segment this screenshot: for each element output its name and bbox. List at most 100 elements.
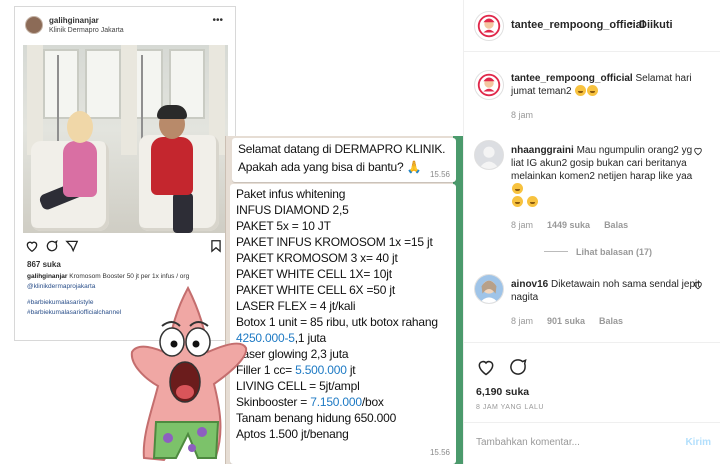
caption-meta: 8 jam [511, 110, 547, 120]
embedded-mention: @klinikdermaprojakarta [27, 283, 96, 290]
like-comment-heart-icon[interactable] [693, 146, 703, 156]
curtain [27, 45, 43, 155]
person-blonde-head [67, 111, 93, 143]
comment-time[interactable]: 8 jam [511, 316, 533, 326]
embedded-likes: 867 suka [27, 260, 61, 269]
commenter-avatar[interactable] [474, 274, 504, 304]
send-comment-button[interactable]: Kirim [685, 437, 711, 448]
caption-username[interactable]: tantee_rempoong_official [511, 73, 633, 84]
default-avatar-icon [475, 141, 503, 169]
smile-emoji-icon [575, 85, 587, 96]
comment-text: ainov16 Diketawain noh sama sendal jepit… [511, 278, 701, 304]
comment-bubble-icon[interactable] [508, 357, 528, 377]
chat-line: INFUS DIAMOND 2,5 [236, 203, 349, 217]
chat-line: PAKET INFUS KROMOSOM 1x =15 jt [236, 235, 433, 249]
phone-link: 7.150.000 [310, 395, 362, 409]
reply-button[interactable]: Balas [604, 220, 628, 230]
view-replies-link[interactable]: Lihat balasan (17) [544, 247, 652, 257]
embedded-post-header: galihginanjar Klinik Dermapro Jakarta ••… [15, 7, 235, 41]
embedded-caption-text: Kromosom Booster 50 jt per 1x infus / or… [67, 273, 190, 280]
reply-button[interactable]: Balas [599, 316, 623, 326]
bookmark-icon [211, 240, 221, 253]
commenter-avatar[interactable] [474, 140, 504, 170]
person-red-jacket [151, 137, 193, 195]
comment-likes[interactable]: 1449 suka [547, 220, 590, 230]
comment-meta: 8 jam 901 suka Balas [511, 316, 637, 326]
chat-line: Aptos 1.500 jt/benang [236, 427, 349, 441]
more-options-icon: ••• [212, 15, 223, 26]
post-header: tantee_rempoong_official • Diikuti [464, 0, 720, 52]
like-comment-heart-icon[interactable] [693, 280, 703, 290]
avatar-image [475, 12, 503, 40]
chat-line-rest: ,1 juta [294, 331, 327, 345]
patrick-star-sticker [130, 285, 248, 462]
comment-username[interactable]: nhaanggraini [511, 145, 574, 156]
person-legs [173, 193, 193, 233]
comment-item: ainov16 Diketawain noh sama sendal jepit… [464, 270, 720, 334]
embedded-action-bar [25, 239, 227, 255]
embedded-username: galihginanjar [49, 16, 99, 25]
chat-timestamp: 15.56 [429, 448, 450, 457]
share-icon [65, 240, 79, 253]
heart-icon [26, 241, 38, 253]
chat-bubble-pricelist: Paket infus whitening INFUS DIAMOND 2,5 … [230, 184, 456, 464]
chat-line: LASER FLEX = 4 jt/kali [236, 299, 356, 313]
embedded-caption: galihginanjar Kromosom Booster 50 jt per… [27, 273, 189, 280]
post-timestamp[interactable]: 8 JAM YANG LALU [476, 404, 544, 411]
laughing-emoji-icon [526, 196, 538, 207]
chat-line: Apakah ada yang bisa di bantu? 🙏 [238, 160, 422, 174]
caption-text: tantee_rempoong_official Selamat hari ju… [511, 72, 701, 98]
chat-line: PAKET WHITE CELL 1X= 10jt [236, 267, 392, 281]
phone-link: 5.500.000 [295, 363, 347, 377]
chat-line: LIVING CELL = 5jt/ampl [236, 379, 360, 393]
comment-item: nhaanggraini Mau ngumpulin orang2 yg lia… [464, 136, 720, 240]
chat-line: 4250.000-5,1 juta [236, 331, 326, 345]
add-comment-bar: Kirim [464, 422, 720, 464]
chat-line: PAKET WHITE CELL 6X =50 jt [236, 283, 395, 297]
chat-line: Laser glowing 2,3 juta [236, 347, 349, 361]
avatar-image [475, 71, 503, 99]
embedded-location: Klinik Dermapro Jakarta [49, 27, 124, 34]
chat-screenshot: Selamat datang di DERMAPRO KLINIK. Apaka… [225, 136, 463, 464]
comment-text: nhaanggraini Mau ngumpulin orang2 yg lia… [511, 144, 701, 209]
comment-username[interactable]: ainov16 [511, 279, 548, 290]
caption-avatar[interactable] [474, 70, 504, 100]
curtain [121, 45, 137, 155]
person-pink-top [63, 141, 97, 197]
comment-likes[interactable]: 901 suka [547, 316, 585, 326]
chat-bubble-greeting: Selamat datang di DERMAPRO KLINIK. Apaka… [232, 138, 456, 182]
chat-line: Botox 1 unit = 85 ribu, utk botox rahang [236, 315, 438, 329]
window [85, 49, 121, 119]
author-username[interactable]: tantee_rempoong_official [511, 19, 645, 31]
chat-line: PAKET KROMOSOM 3 x= 40 jt [236, 251, 398, 265]
embedded-caption-user: galihginanjar [27, 273, 68, 280]
laughing-emoji-icon [512, 183, 523, 194]
chat-line: Tanam benang hidung 650.000 [236, 411, 397, 425]
comment-icon [46, 239, 58, 252]
chat-line-post: /box [361, 395, 384, 409]
person-hair [157, 105, 187, 119]
embedded-hashtag: #barbiekumalasaristyle [27, 299, 94, 306]
window [43, 49, 79, 119]
chat-line: Filler 1 cc= 5.500.000 jt [236, 363, 356, 377]
smile-emoji-icon [587, 85, 599, 96]
post-like-count[interactable]: 6,190 suka [476, 386, 529, 398]
chat-line: Paket infus whitening [236, 187, 346, 201]
post-action-bar [464, 342, 720, 382]
avatar-image [475, 275, 503, 303]
chat-line: PAKET 5x = 10 JT [236, 219, 331, 233]
chat-timestamp: 15.56 [429, 170, 450, 179]
following-button[interactable]: Diikuti [639, 19, 673, 31]
post-image[interactable]: galihginanjar Klinik Dermapro Jakarta ••… [0, 0, 463, 464]
laughing-emoji-icon [512, 196, 523, 207]
add-comment-input[interactable] [476, 437, 666, 448]
author-avatar[interactable] [474, 11, 504, 41]
like-heart-icon[interactable] [476, 357, 496, 377]
comment-time[interactable]: 8 jam [511, 220, 533, 230]
embedded-avatar [25, 16, 43, 34]
separator-dot: • [629, 18, 633, 30]
caption-time[interactable]: 8 jam [511, 110, 533, 120]
embedded-hashtag: #barbiekumalasariofficialchannel [27, 309, 122, 316]
chat-line-post: jt [346, 363, 356, 377]
chat-line: Selamat datang di DERMAPRO KLINIK. [238, 142, 446, 156]
